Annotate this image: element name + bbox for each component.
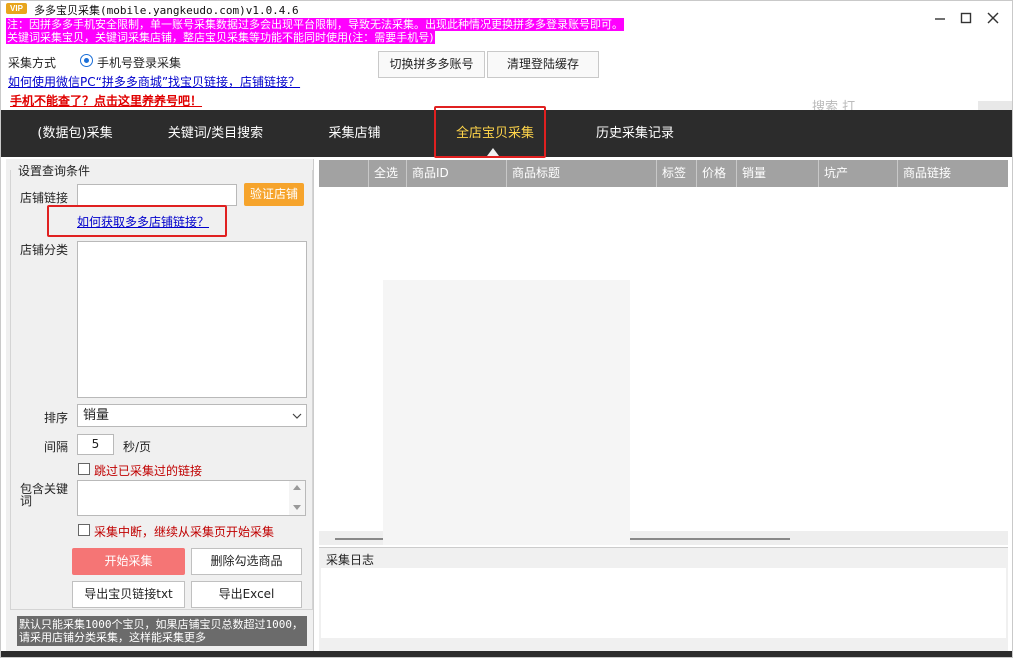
tab-history[interactable]: 历史采集记录: [590, 110, 680, 157]
col-revenue[interactable]: 坑产: [818, 160, 897, 187]
keywords-input[interactable]: [77, 480, 306, 516]
vip-badge: VIP: [6, 3, 27, 14]
keywords-label-line2: 词: [20, 494, 33, 508]
sort-select-value: 销量: [83, 408, 110, 423]
collect-log-title: 采集日志: [326, 553, 375, 567]
interval-label: 间隔: [44, 440, 69, 454]
col-tags[interactable]: 标签: [656, 160, 696, 187]
close-icon[interactable]: [983, 8, 1003, 28]
annotation-box-active-tab: [434, 106, 546, 158]
tab-collect-shop[interactable]: 采集店铺: [312, 110, 397, 157]
col-price[interactable]: 价格: [696, 160, 736, 187]
chevron-down-icon: [292, 413, 302, 419]
bottom-bar: [0, 651, 1013, 658]
sort-label: 排序: [44, 411, 69, 425]
collect-log-body[interactable]: [321, 568, 1006, 638]
scroll-up-icon[interactable]: [293, 485, 301, 490]
phone-login-radio-label[interactable]: 手机号登录采集: [97, 54, 181, 71]
col-select-all[interactable]: 全选: [368, 160, 406, 187]
sort-select[interactable]: 销量: [77, 404, 307, 427]
blank-overlay-panel: [383, 280, 630, 545]
resume-checkbox[interactable]: [78, 524, 90, 536]
query-group-title: 设置查询条件: [17, 162, 92, 179]
shop-link-label: 店铺链接: [20, 191, 69, 205]
interval-unit: 秒/页: [123, 440, 152, 454]
tab-packet-collect[interactable]: (数据包)采集: [20, 110, 130, 157]
col-index: [319, 160, 368, 187]
phone-login-radio[interactable]: [80, 54, 93, 67]
scroll-down-icon[interactable]: [293, 505, 301, 510]
col-product-link[interactable]: 商品链接: [897, 160, 1008, 187]
export-txt-button[interactable]: 导出宝贝链接txt: [72, 581, 185, 608]
clear-cache-button[interactable]: 清理登陆缓存: [487, 51, 599, 78]
col-product-id[interactable]: 商品ID: [406, 160, 506, 187]
results-grid-header: 全选 商品ID 商品标题 标签 价格 销量 坑产 商品链接: [319, 160, 1008, 187]
skip-collected-label[interactable]: 跳过已采集过的链接: [94, 462, 202, 479]
title-bar: VIP 多多宝贝采集(mobile.yangkeudo.com)v1.0.4.6: [0, 0, 1013, 18]
shop-category-label: 店铺分类: [20, 243, 69, 257]
col-sales[interactable]: 销量: [736, 160, 818, 187]
interval-input[interactable]: 5: [77, 434, 114, 455]
delete-selected-button[interactable]: 删除勾选商品: [191, 548, 302, 575]
notice-line-1: 注：因拼多多手机安全限制，单一账号采集数据过多会出现平台限制，导致无法采集。出现…: [6, 18, 624, 31]
switch-account-button[interactable]: 切换拼多多账号: [378, 51, 485, 78]
start-collect-button[interactable]: 开始采集: [72, 548, 185, 575]
notice-line-2: 关键词采集宝贝，关键词采集店铺，整店宝贝采集等功能不能同时使用(注：需要手机号): [6, 31, 435, 44]
col-product-title[interactable]: 商品标题: [506, 160, 656, 187]
shop-category-list[interactable]: [77, 241, 307, 398]
resume-label[interactable]: 采集中断，继续从采集页开始采集: [94, 523, 274, 540]
collect-mode-label: 采集方式: [8, 56, 57, 70]
shop-link-input[interactable]: [77, 184, 237, 206]
keywords-scrollbar[interactable]: [289, 481, 305, 515]
verify-shop-button[interactable]: 验证店铺: [244, 183, 304, 206]
raise-account-link[interactable]: 手机不能查了？点击这里养养号吧！: [10, 92, 202, 109]
export-excel-button[interactable]: 导出Excel: [191, 581, 302, 608]
annotation-box-shop-link: [47, 205, 227, 237]
tab-keyword-search[interactable]: 关键词/类目搜索: [158, 110, 273, 157]
skip-collected-checkbox[interactable]: [78, 463, 90, 475]
window-title: 多多宝贝采集(mobile.yangkeudo.com)v1.0.4.6: [34, 4, 299, 17]
wechat-help-link[interactable]: 如何使用微信PC“拼多多商城”找宝贝链接，店铺链接？: [8, 73, 300, 90]
minimize-icon[interactable]: [930, 8, 950, 28]
maximize-icon[interactable]: [956, 8, 976, 28]
limit-footnote: 默认只能采集1000个宝贝，如果店铺宝贝总数超过1000，请采用店铺分类采集，这…: [17, 616, 307, 646]
